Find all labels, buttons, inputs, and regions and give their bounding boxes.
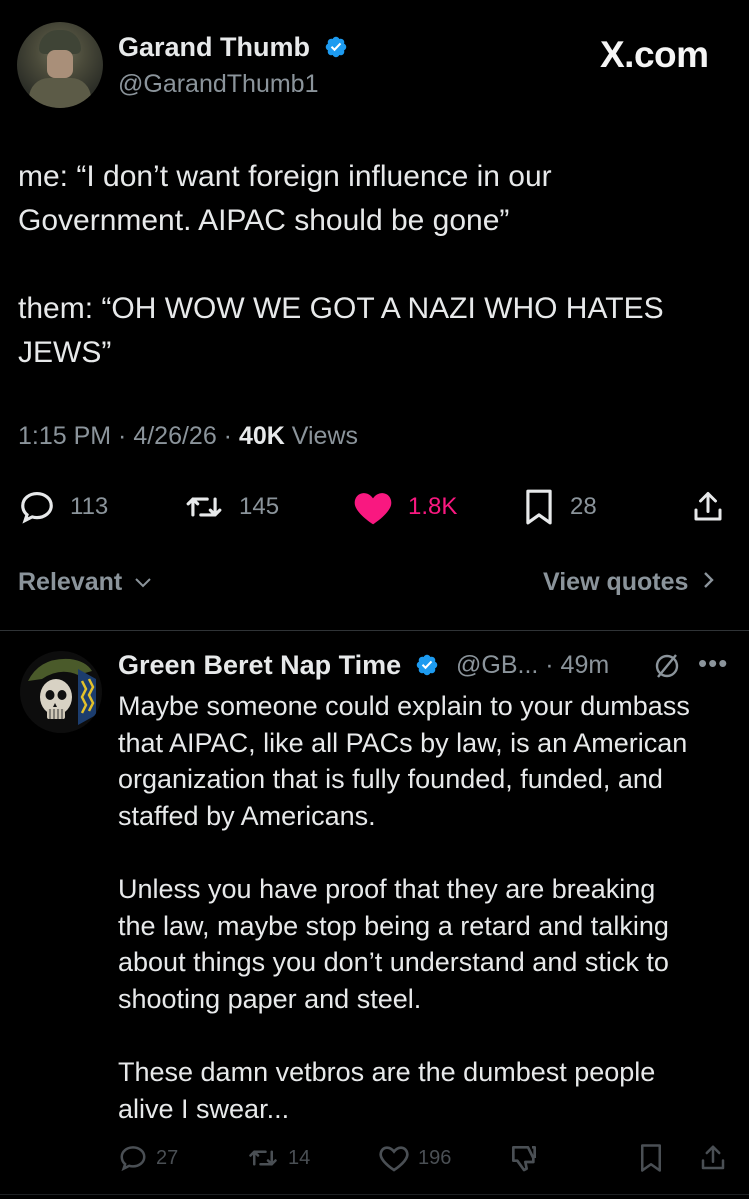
reply-line: Maybe someone could explain to your dumb…	[118, 691, 690, 721]
reply-icon	[21, 491, 53, 524]
repost-count: 145	[239, 493, 280, 520]
tweet-body: me: “I don’t want foreign influence in o…	[18, 155, 728, 375]
dislike-button[interactable]	[508, 1140, 548, 1176]
reply-line: alive I swear...	[118, 1093, 290, 1124]
like-button[interactable]: 1.8K	[352, 484, 457, 530]
share-icon	[694, 492, 722, 521]
bookmark-count: 28	[570, 493, 597, 520]
heart-outline-icon	[379, 1146, 409, 1172]
repost-button[interactable]: 145	[183, 484, 279, 530]
tweet-line: them: “OH WOW WE GOT A NAZI WHO HATES	[18, 292, 664, 325]
tweet-line: me: “I don’t want foreign influence in o…	[18, 160, 552, 193]
tweet-meta: 1:15 PM · 4/26/26 · 40K Views	[18, 422, 358, 451]
author-display-name[interactable]: Garand Thumb	[118, 32, 310, 62]
reply-reply-button[interactable]: 27	[118, 1140, 178, 1176]
sort-relevant-dropdown[interactable]: Relevant	[18, 568, 153, 597]
reply-icon	[120, 1146, 146, 1172]
view-quotes-label: View quotes	[543, 568, 689, 596]
avatar-body	[29, 78, 91, 108]
brand-watermark: X.com	[600, 34, 709, 75]
reply-like-count: 196	[418, 1146, 452, 1169]
thumbs-down-icon	[512, 1146, 536, 1172]
reply-line: organization that is fully founded, fund…	[118, 764, 663, 795]
repost-icon	[249, 1150, 277, 1166]
reply-action-bar: 27 14 196	[0, 1140, 749, 1176]
reply-line: that AIPAC, like all PACs by law, is an …	[118, 727, 688, 758]
reply-repost-count: 14	[288, 1146, 311, 1169]
bookmark-icon	[641, 1144, 661, 1172]
verified-badge-icon	[325, 36, 346, 58]
mute-icon	[655, 654, 679, 678]
share-icon	[701, 1145, 725, 1170]
reply-line: about things you don’t understand and st…	[118, 947, 669, 978]
reply-count: 113	[70, 493, 109, 520]
reply-repost-button[interactable]: 14	[246, 1140, 310, 1176]
views-count: 40K	[238, 422, 285, 450]
divider	[0, 1194, 749, 1195]
views-label: Views	[284, 422, 359, 450]
chevron-right-icon	[704, 572, 715, 588]
divider	[0, 630, 749, 631]
tweet-action-bar: 113 145 1.8K 28	[0, 484, 749, 530]
reply-body: Maybe someone could explain to your dumb…	[118, 688, 738, 1127]
chevron-down-icon	[135, 578, 151, 588]
share-button[interactable]	[690, 484, 740, 530]
reply-author-name-row[interactable]: Green Beret Nap Time	[118, 650, 439, 681]
more-icon: •••	[698, 648, 729, 678]
muted-conversation-button[interactable]	[650, 651, 684, 686]
bookmark-button[interactable]: 28	[522, 484, 597, 530]
reply-handle-time[interactable]: @GB... · 49m	[456, 651, 609, 680]
reply-button[interactable]: 113	[18, 484, 108, 530]
sort-label: Relevant	[18, 568, 123, 596]
tweet-timestamp[interactable]: 1:15 PM · 4/26/26 ·	[18, 422, 239, 450]
view-quotes-link[interactable]: View quotes	[543, 568, 717, 597]
author-avatar[interactable]	[17, 22, 103, 108]
special-forces-skull-icon	[20, 651, 102, 733]
reply-reply-count: 27	[156, 1146, 179, 1169]
reply-line: These damn vetbros are the dumbest peopl…	[118, 1056, 656, 1087]
verified-badge-icon	[416, 654, 437, 676]
reply-bookmark-button[interactable]	[638, 1140, 672, 1176]
reply-line: staffed by Americans.	[118, 800, 376, 831]
reply-line: shooting paper and steel.	[118, 983, 422, 1014]
tweet-line: Government. AIPAC should be gone”	[18, 204, 510, 237]
author-handle[interactable]: @GarandThumb1	[118, 70, 318, 99]
more-options-button[interactable]: •••	[698, 648, 728, 679]
avatar-face	[47, 50, 73, 78]
reply-author-avatar[interactable]	[20, 651, 102, 733]
heart-filled-icon	[354, 493, 392, 525]
reply-line: the law, maybe stop being a retard and t…	[118, 910, 669, 941]
like-count: 1.8K	[408, 493, 458, 520]
repost-icon	[186, 497, 222, 517]
author-name-row[interactable]: Garand Thumb	[118, 32, 348, 63]
reply-line: Unless you have proof that they are brea…	[118, 873, 656, 904]
reply-share-button[interactable]	[698, 1140, 736, 1176]
reply-display-name[interactable]: Green Beret Nap Time	[118, 650, 401, 680]
bookmark-icon	[526, 489, 552, 525]
tweet-line: JEWS”	[18, 336, 112, 369]
reply-like-button[interactable]: 196	[378, 1140, 451, 1176]
